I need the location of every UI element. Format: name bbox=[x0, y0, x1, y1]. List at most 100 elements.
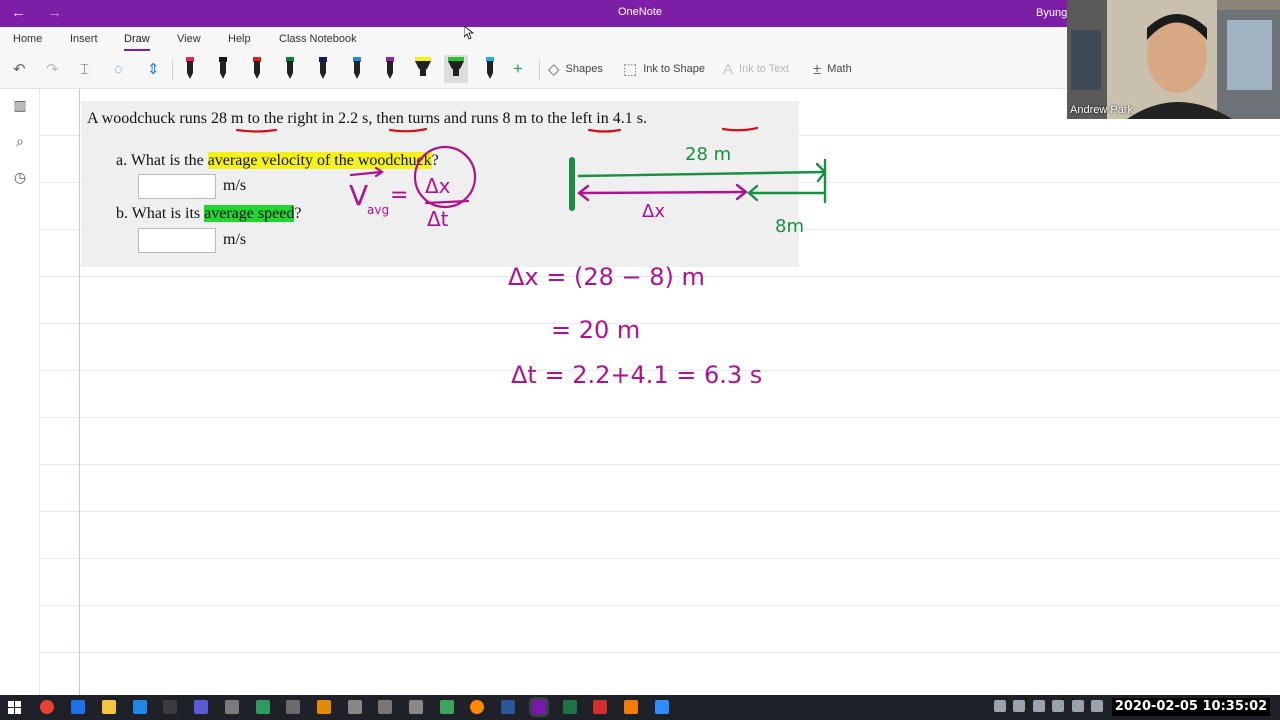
pen-icon bbox=[286, 57, 294, 79]
shapes-button[interactable]: ◇ Shapes bbox=[548, 55, 603, 83]
lasso-icon: ◌ bbox=[114, 60, 123, 78]
pen-7-button[interactable] bbox=[378, 55, 402, 83]
type-select-button[interactable]: ⌶ bbox=[80, 55, 95, 83]
app-icon[interactable] bbox=[378, 700, 392, 714]
page-margin-line bbox=[79, 89, 80, 695]
redo-icon: ↷ bbox=[46, 61, 59, 78]
tray-icon[interactable] bbox=[1013, 700, 1025, 712]
question-a-suffix: ? bbox=[431, 152, 439, 169]
app-icon[interactable] bbox=[655, 700, 669, 714]
excel-icon[interactable] bbox=[563, 700, 577, 714]
add-pen-button[interactable]: + bbox=[513, 55, 529, 83]
pen-4-button[interactable] bbox=[278, 55, 302, 83]
pen-8-button[interactable] bbox=[411, 55, 435, 83]
undo-icon: ↶ bbox=[13, 61, 26, 78]
pen-icon bbox=[486, 57, 494, 79]
answer-a-input[interactable] bbox=[138, 174, 216, 199]
ink-to-shape-button[interactable]: ⬚ Ink to Shape bbox=[623, 55, 705, 83]
onenote-icon[interactable] bbox=[532, 700, 546, 714]
question-b-highlight: average speed bbox=[204, 205, 295, 222]
webcam-overlay: Andrew Park bbox=[1067, 0, 1280, 119]
navigation-rail: ▥ ⌕ ◷ bbox=[0, 89, 40, 695]
app-icon[interactable] bbox=[440, 700, 454, 714]
pen-2-button[interactable] bbox=[211, 55, 235, 83]
ribbon-divider bbox=[539, 59, 540, 81]
question-b: b. What is its average speed? bbox=[116, 205, 301, 223]
search-icon[interactable]: ⌕ bbox=[10, 133, 30, 153]
math-label: Math bbox=[827, 63, 852, 75]
notebooks-icon[interactable]: ▥ bbox=[10, 97, 30, 117]
app-icon[interactable] bbox=[409, 700, 423, 714]
math-icon: ± bbox=[813, 60, 822, 78]
tray-icon[interactable] bbox=[1052, 700, 1064, 712]
tray-icon[interactable] bbox=[1033, 700, 1045, 712]
ink-to-shape-icon: ⬚ bbox=[623, 61, 638, 78]
ink-to-shape-label: Ink to Shape bbox=[643, 63, 705, 75]
file-explorer-icon[interactable] bbox=[102, 700, 116, 714]
answer-b-input[interactable] bbox=[138, 228, 216, 253]
shapes-icon: ◇ bbox=[548, 61, 560, 78]
statement-value: 2.2 s bbox=[338, 110, 369, 127]
question-a-highlight: average velocity of the woodchuck bbox=[207, 152, 432, 169]
tab-draw[interactable]: Draw bbox=[124, 33, 150, 51]
question-a: a. What is the average velocity of the w… bbox=[116, 152, 439, 170]
pen-icon bbox=[253, 57, 261, 79]
lasso-select-button[interactable]: ◌ bbox=[114, 55, 129, 83]
question-b-suffix: ? bbox=[294, 205, 302, 222]
browser-icon[interactable] bbox=[71, 700, 85, 714]
pen-10-button[interactable] bbox=[478, 55, 502, 83]
pen-5-button[interactable] bbox=[311, 55, 335, 83]
chrome-icon[interactable] bbox=[40, 700, 54, 714]
user-name[interactable]: Byung bbox=[1036, 7, 1067, 19]
tab-home[interactable]: Home bbox=[13, 33, 42, 45]
pen-icon bbox=[353, 57, 361, 79]
tab-help[interactable]: Help bbox=[228, 33, 251, 45]
webcam-name-label: Andrew Park bbox=[1070, 104, 1133, 116]
app-icon[interactable] bbox=[194, 700, 208, 714]
app-icon[interactable] bbox=[593, 700, 607, 714]
pen-icon bbox=[219, 57, 227, 79]
app-icon[interactable] bbox=[348, 700, 362, 714]
plus-icon: + bbox=[513, 59, 523, 78]
store-icon[interactable] bbox=[133, 700, 147, 714]
ribbon-divider bbox=[172, 59, 173, 81]
clock-overlay: 2020-02-05 10:35:02 bbox=[1112, 698, 1270, 716]
terminal-icon[interactable] bbox=[163, 700, 177, 714]
undo-button[interactable]: ↶ bbox=[13, 55, 32, 83]
tray-icon[interactable] bbox=[1091, 700, 1103, 712]
problem-statement: A woodchuck runs 28 m to the right in 2.… bbox=[87, 110, 647, 128]
question-a-prefix: a. What is the bbox=[116, 152, 208, 169]
add-space-button[interactable]: ⇕ bbox=[147, 55, 166, 83]
pen-1-button[interactable] bbox=[178, 55, 202, 83]
word-icon[interactable] bbox=[501, 700, 515, 714]
pen-3-button[interactable] bbox=[245, 55, 269, 83]
tab-class-notebook[interactable]: Class Notebook bbox=[279, 33, 357, 45]
recent-icon[interactable]: ◷ bbox=[10, 169, 30, 189]
redo-button[interactable]: ↷ bbox=[46, 55, 65, 83]
tab-view[interactable]: View bbox=[177, 33, 201, 45]
statement-value: 4.1 s bbox=[612, 110, 643, 127]
app-icon[interactable] bbox=[286, 700, 300, 714]
tray-icon[interactable] bbox=[1072, 700, 1084, 712]
answer-b-unit: m/s bbox=[223, 231, 247, 248]
ink-to-text-button[interactable]: A Ink to Text bbox=[723, 55, 789, 83]
mouse-cursor-icon bbox=[464, 26, 474, 40]
windows-start-icon[interactable] bbox=[8, 701, 21, 714]
text-select-icon: ⌶ bbox=[80, 60, 90, 78]
ink-to-text-label: Ink to Text bbox=[739, 63, 789, 75]
webcam-feed-image bbox=[1067, 0, 1280, 119]
statement-text: to the left in bbox=[526, 110, 613, 127]
app-icon[interactable] bbox=[225, 700, 239, 714]
statement-value: 8 m bbox=[502, 110, 527, 127]
statement-value: 28 m bbox=[210, 110, 244, 127]
pen-6-button[interactable] bbox=[345, 55, 369, 83]
app-icon[interactable] bbox=[256, 700, 270, 714]
pen-9-button[interactable] bbox=[444, 55, 468, 83]
math-button[interactable]: ± Math bbox=[813, 55, 852, 83]
vlc-icon[interactable] bbox=[470, 700, 484, 714]
tab-insert[interactable]: Insert bbox=[70, 33, 98, 45]
app-icon[interactable] bbox=[317, 700, 331, 714]
tray-icon[interactable] bbox=[994, 700, 1006, 712]
app-icon[interactable] bbox=[624, 700, 638, 714]
answer-a-unit: m/s bbox=[223, 177, 247, 194]
